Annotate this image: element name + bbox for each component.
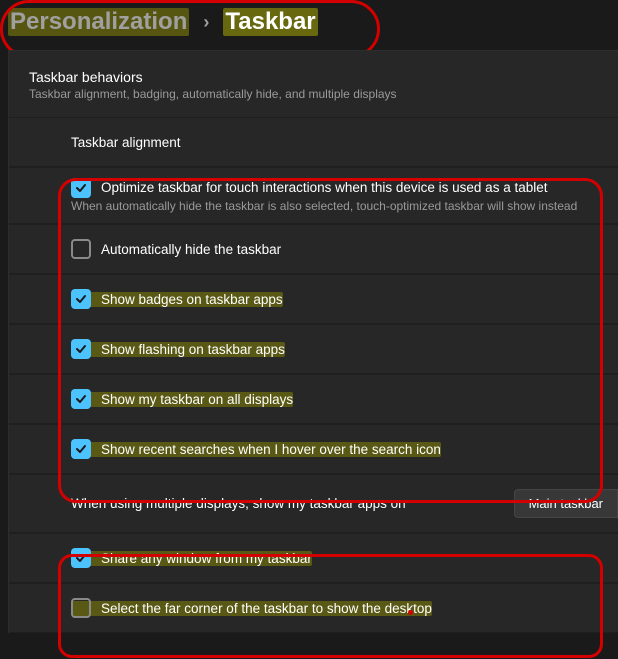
badges-label: Show badges on taskbar apps [71, 292, 283, 307]
flashing-row[interactable]: Show flashing on taskbar apps [9, 324, 618, 374]
section-subtitle: Taskbar alignment, badging, automaticall… [9, 85, 618, 117]
taskbar-alignment-label: Taskbar alignment [71, 135, 181, 150]
taskbar-alignment-row[interactable]: Taskbar alignment [9, 117, 618, 167]
autohide-checkbox[interactable] [71, 239, 91, 259]
flashing-checkbox[interactable] [71, 339, 91, 359]
far-corner-label: Select the far corner of the taskbar to … [71, 601, 432, 616]
optimize-touch-checkbox[interactable] [71, 178, 91, 198]
check-icon [75, 182, 87, 194]
optimize-touch-row[interactable]: Optimize taskbar for touch interactions … [9, 167, 618, 224]
share-window-row[interactable]: Share any window from my taskbar [9, 533, 618, 583]
check-icon [75, 393, 87, 405]
badges-row[interactable]: Show badges on taskbar apps [9, 274, 618, 324]
flashing-label: Show flashing on taskbar apps [71, 342, 285, 357]
all-displays-row[interactable]: Show my taskbar on all displays [9, 374, 618, 424]
check-icon [75, 443, 87, 455]
check-icon [75, 552, 87, 564]
autohide-label: Automatically hide the taskbar [71, 242, 281, 257]
autohide-row[interactable]: Automatically hide the taskbar [9, 224, 618, 274]
far-corner-checkbox[interactable] [71, 598, 91, 618]
badges-checkbox[interactable] [71, 289, 91, 309]
share-window-checkbox[interactable] [71, 548, 91, 568]
check-icon [75, 293, 87, 305]
multi-display-label: When using multiple displays, show my ta… [71, 496, 406, 511]
check-icon [75, 343, 87, 355]
optimize-touch-sublabel: When automatically hide the taskbar is a… [71, 195, 598, 213]
multi-display-row[interactable]: When using multiple displays, show my ta… [9, 474, 618, 533]
breadcrumb: Personalization › Taskbar [8, 8, 610, 36]
breadcrumb-current: Taskbar [223, 8, 317, 36]
all-displays-label: Show my taskbar on all displays [71, 392, 293, 407]
multi-display-dropdown[interactable]: Main taskbar [514, 489, 618, 518]
all-displays-checkbox[interactable] [71, 389, 91, 409]
chevron-right-icon: › [203, 12, 209, 33]
recent-searches-label: Show recent searches when I hover over t… [71, 442, 441, 457]
annotation-dot [408, 610, 413, 615]
section-title: Taskbar behaviors [9, 69, 618, 85]
share-window-label: Share any window from my taskbar [71, 551, 312, 566]
recent-searches-row[interactable]: Show recent searches when I hover over t… [9, 424, 618, 474]
breadcrumb-parent[interactable]: Personalization [8, 8, 189, 36]
far-corner-row[interactable]: Select the far corner of the taskbar to … [9, 583, 618, 633]
optimize-touch-label: Optimize taskbar for touch interactions … [71, 180, 547, 195]
recent-searches-checkbox[interactable] [71, 439, 91, 459]
